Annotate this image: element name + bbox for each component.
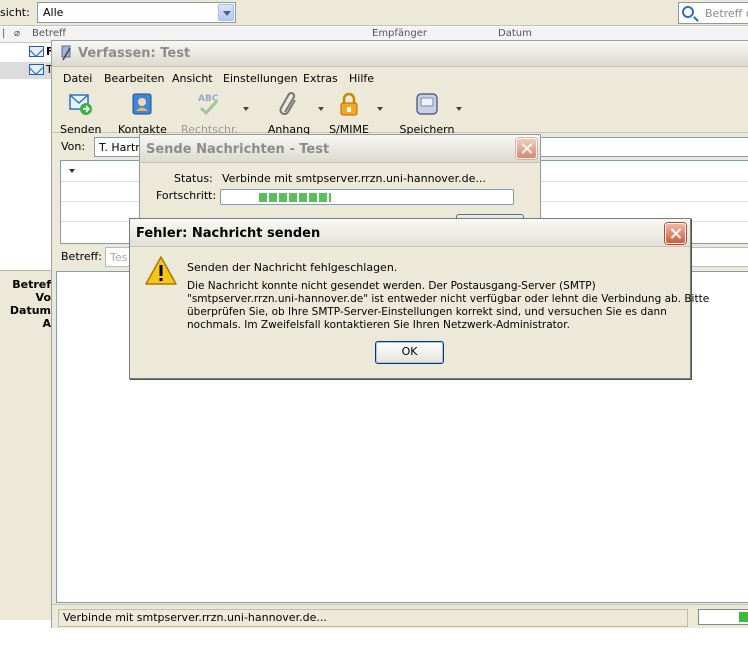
search-input[interactable]: Betreff o	[678, 2, 748, 24]
error-message-line: nochmals. Im Zweifelsfall kontaktieren S…	[187, 319, 570, 331]
flag-column-icon[interactable]: |	[2, 28, 5, 39]
error-dialog-title: Fehler: Nachricht senden	[136, 226, 321, 241]
search-icon	[682, 6, 694, 18]
menu-view[interactable]: Ansicht	[172, 72, 213, 85]
preview-subject-label: Betref	[12, 278, 51, 291]
save-button[interactable]: Speichern	[399, 91, 455, 136]
spellcheck-icon: ABC	[198, 94, 219, 116]
contacts-icon	[132, 93, 152, 115]
error-dialog-titlebar[interactable]: Fehler: Nachricht senden	[130, 219, 690, 247]
progress-bar	[220, 189, 514, 205]
subject-label: Betreff:	[61, 250, 102, 263]
compose-title: Verfassen: Test	[78, 46, 191, 61]
view-label: sicht:	[0, 6, 30, 19]
envelope-icon	[29, 64, 44, 75]
menu-file[interactable]: Datei	[63, 72, 92, 85]
menu-help[interactable]: Hilfe	[349, 72, 374, 85]
list-item[interactable]: T	[0, 62, 55, 79]
send-status-label: Status:	[174, 172, 213, 185]
error-message-line: überprüfen Sie, ob Ihre SMTP-Server-Eins…	[187, 306, 667, 318]
chevron-down-icon[interactable]	[69, 169, 75, 173]
menu-edit[interactable]: Bearbeiten	[104, 72, 164, 85]
main-toolbar: sicht: Alle Betreff o	[0, 0, 748, 26]
close-icon[interactable]	[665, 223, 686, 244]
compose-titlebar[interactable]: Verfassen: Test	[52, 41, 748, 67]
close-icon[interactable]	[516, 138, 537, 159]
smime-dropdown-icon[interactable]	[377, 107, 383, 111]
error-message-line: "smtpserver.rrzn.uni-hannover.de" ist en…	[187, 293, 710, 305]
status-bar: Verbinde mit smtpserver.rrzn.uni-hannove…	[52, 604, 748, 628]
save-dropdown-icon[interactable]	[456, 107, 462, 111]
paperclip-icon	[279, 92, 296, 115]
send-status-value: Verbinde mit smtpserver.rrzn.uni-hannove…	[222, 172, 486, 185]
error-heading: Senden der Nachricht fehlgeschlagen.	[187, 261, 398, 274]
preview-from-label: Vo	[35, 291, 51, 304]
spellcheck-button[interactable]: ABC Rechtschr.	[181, 91, 238, 136]
status-progress	[698, 609, 748, 625]
ok-button[interactable]: OK	[375, 341, 444, 364]
send-dialog-title: Sende Nachrichten - Test	[146, 142, 330, 157]
send-dialog-titlebar[interactable]: Sende Nachrichten - Test	[140, 135, 540, 163]
warning-icon	[145, 256, 177, 285]
column-date[interactable]: Datum	[498, 28, 532, 39]
column-subject[interactable]: Betreff	[32, 28, 66, 39]
smime-button[interactable]: S/MIME	[327, 91, 371, 136]
compose-toolbar: Senden Kontakte ABC Rechtschr. Anhang S/…	[52, 89, 748, 136]
view-select-value: Alle	[43, 6, 64, 19]
progress-fill	[259, 193, 331, 202]
view-select[interactable]: Alle	[37, 2, 236, 23]
menubar: Datei Bearbeiten Ansicht Einstellungen E…	[52, 69, 748, 89]
error-message-line: Die Nachricht konnte nicht gesendet werd…	[187, 280, 596, 292]
subject-value: Tes	[110, 251, 128, 264]
preview-to-label: A	[42, 317, 51, 330]
column-recipient[interactable]: Empfänger	[372, 28, 427, 39]
preview-header: Betref Vo Datum A	[0, 270, 55, 620]
search-placeholder: Betreff o	[705, 7, 748, 20]
attach-button[interactable]: Anhang	[266, 91, 312, 136]
error-dialog: Fehler: Nachricht senden Senden der Nach…	[129, 218, 709, 379]
send-label: Senden	[60, 123, 102, 136]
save-icon	[416, 93, 438, 115]
from-label: Von:	[61, 140, 86, 153]
chevron-down-icon[interactable]	[218, 4, 234, 21]
spellcheck-dropdown-icon[interactable]	[243, 107, 249, 111]
menu-extras[interactable]: Extras	[303, 72, 338, 85]
preview-date-label: Datum	[9, 304, 51, 317]
send-progress-dialog: Sende Nachrichten - Test Status: Verbind…	[139, 134, 541, 224]
attach-dropdown-icon[interactable]	[318, 107, 324, 111]
contacts-button[interactable]: Kontakte	[118, 91, 167, 136]
attachment-column-icon[interactable]: ⌀	[14, 28, 20, 39]
list-item[interactable]: F	[0, 44, 55, 61]
progress-label: Fortschritt:	[156, 189, 217, 202]
envelope-icon	[29, 46, 44, 57]
menu-settings[interactable]: Einstellungen	[223, 72, 298, 85]
send-icon	[69, 94, 92, 115]
send-button[interactable]: Senden	[60, 91, 102, 136]
status-text: Verbinde mit smtpserver.rrzn.uni-hannove…	[58, 609, 688, 627]
lock-icon	[340, 92, 358, 116]
pen-icon	[61, 45, 71, 61]
